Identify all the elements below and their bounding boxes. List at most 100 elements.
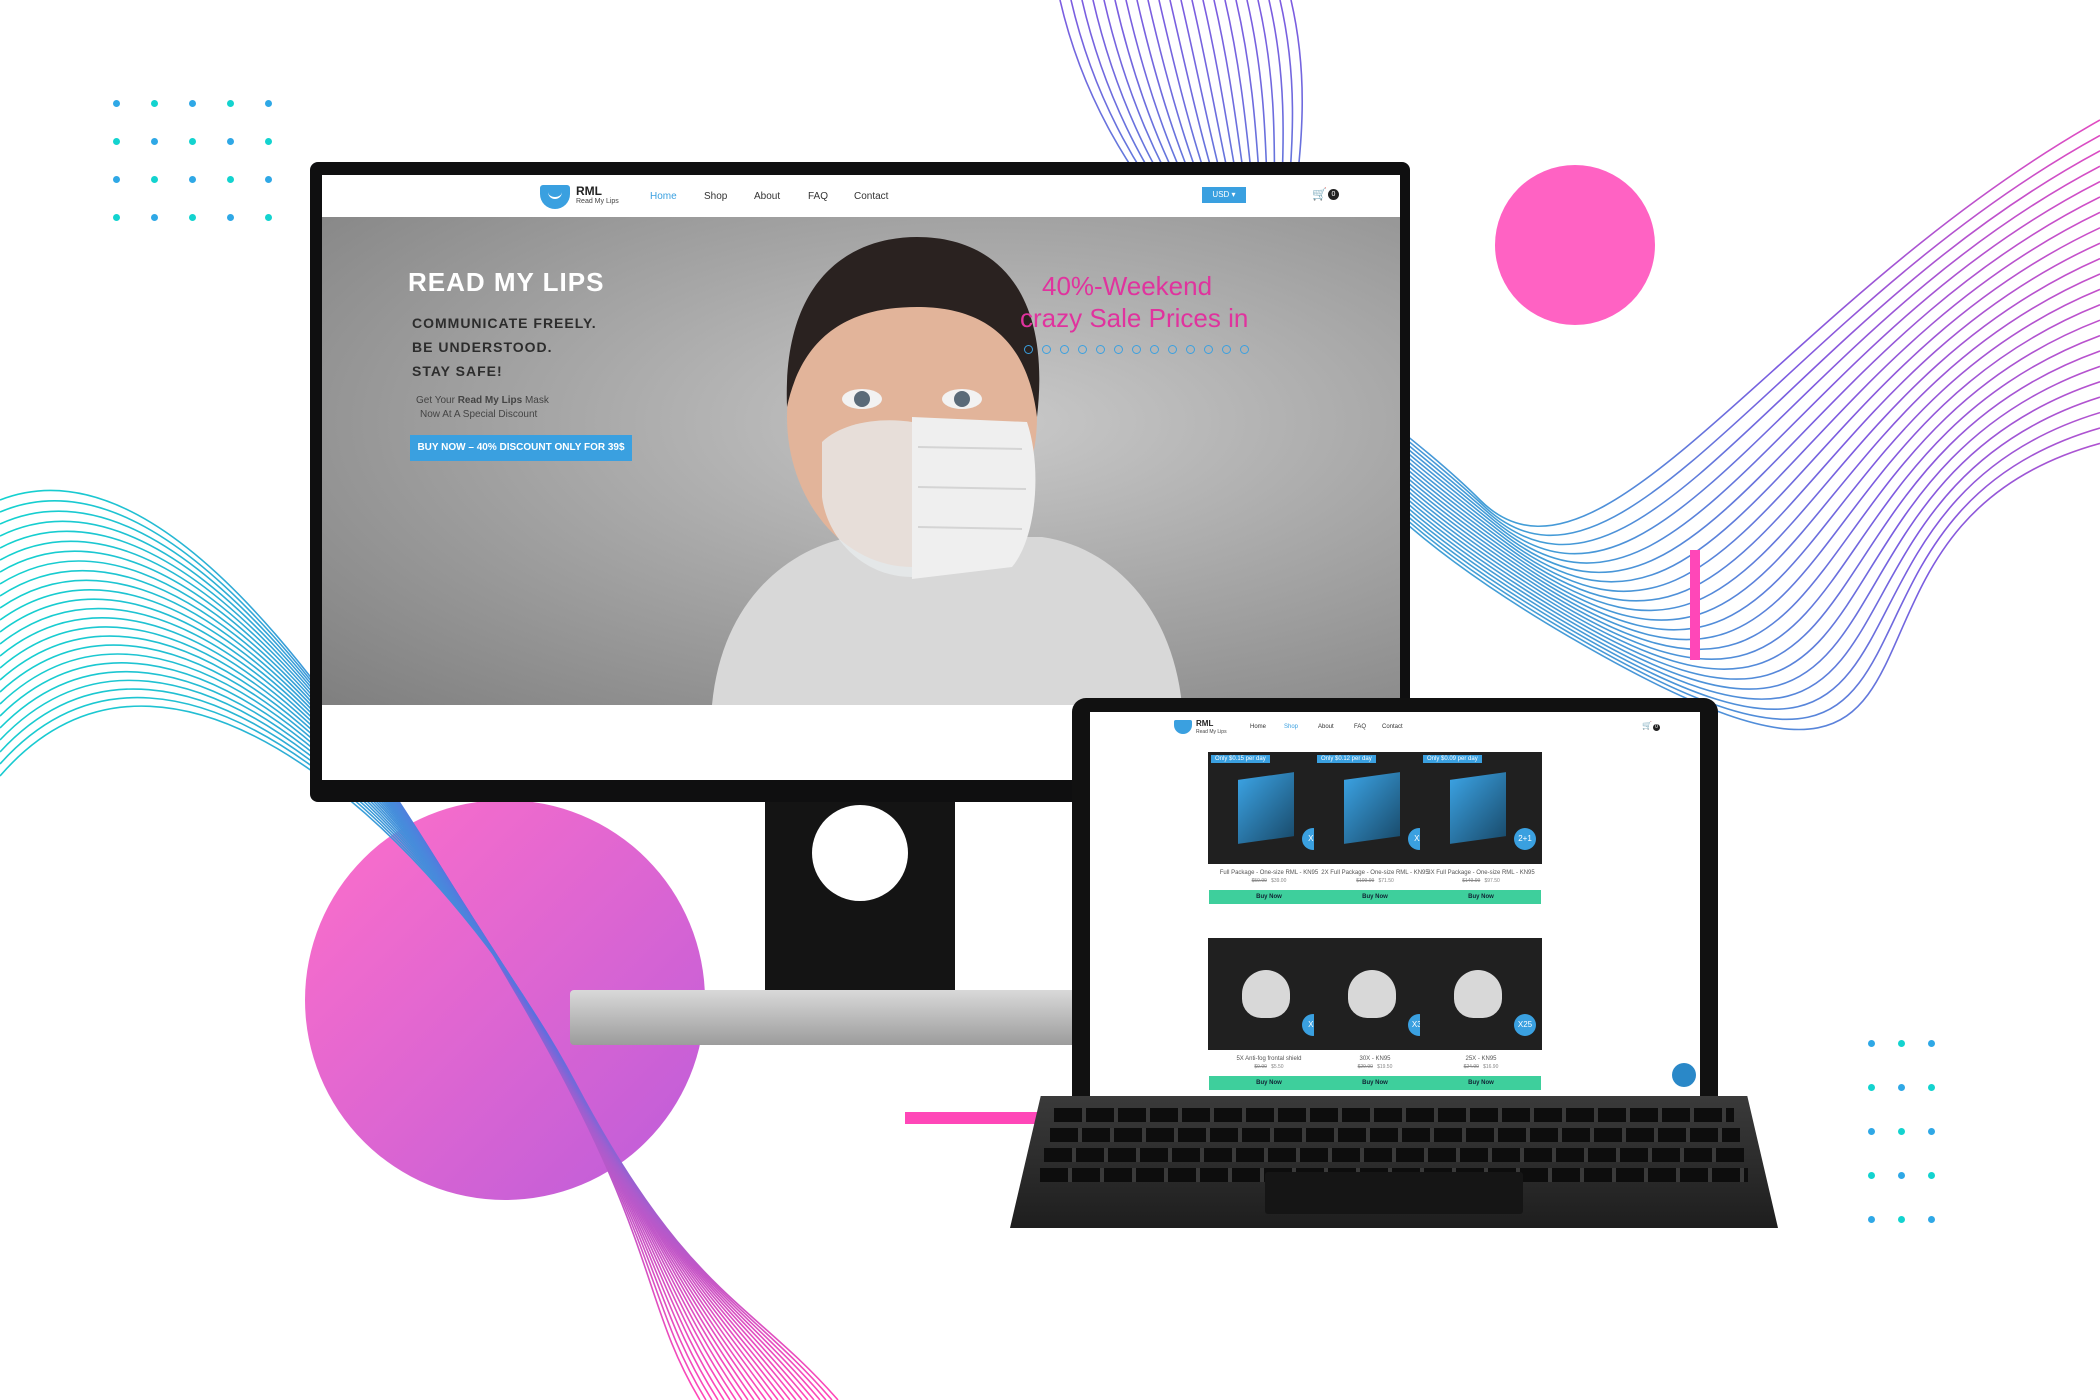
trackpad — [1265, 1172, 1523, 1214]
slider-dot[interactable] — [1222, 345, 1231, 354]
decorative-dot — [1868, 1216, 1875, 1223]
decorative-dot — [1928, 1128, 1935, 1135]
slider-dot[interactable] — [1096, 345, 1105, 354]
decorative-dot — [1898, 1040, 1905, 1047]
product-card[interactable]: Only $0.15 per day X1 Full Package - One… — [1208, 752, 1330, 904]
product-card[interactable]: Only $0.09 per day 2+1 3X Full Package -… — [1420, 752, 1542, 904]
chevron-down-icon: ▾ — [1231, 190, 1236, 199]
product-name[interactable]: 25X - KN95 — [1420, 1056, 1542, 1062]
product-image[interactable]: Only $0.12 per day X2 — [1314, 752, 1436, 864]
product-price: $109.99 $71.50 — [1356, 878, 1394, 884]
tablet-nav-faq[interactable]: FAQ — [1354, 724, 1366, 730]
decorative-dot — [227, 214, 234, 221]
decorative-dot — [113, 214, 120, 221]
decorative-dot — [151, 138, 158, 145]
slider-dot[interactable] — [1060, 345, 1069, 354]
nav-link-faq[interactable]: FAQ — [808, 191, 828, 202]
nav-link-contact[interactable]: Contact — [854, 191, 888, 202]
monitor-base — [570, 990, 1090, 1045]
product-name[interactable]: 5X Anti-fog frontal shield — [1208, 1056, 1330, 1062]
product-price: $9.90 $5.50 — [1254, 1064, 1284, 1070]
decorative-dot — [1928, 1172, 1935, 1179]
logo-subtitle: Read My Lips — [576, 198, 619, 205]
logo-title[interactable]: RML — [576, 184, 602, 198]
decorative-dot — [151, 214, 158, 221]
cart-icon[interactable]: 🛒 — [1312, 187, 1327, 201]
hero-line-3: STAY SAFE! — [412, 363, 503, 379]
product-image[interactable]: Only $0.15 per day X1 — [1208, 752, 1330, 864]
hero-subtext-2: Now At A Special Discount — [420, 409, 538, 420]
product-card[interactable]: Only $0.12 per day X2 2X Full Package - … — [1314, 752, 1436, 904]
chat-icon[interactable] — [1672, 1063, 1696, 1087]
pink-blob-right — [1495, 165, 1655, 325]
tablet-nav-about[interactable]: About — [1318, 724, 1334, 730]
tablet-nav-contact[interactable]: Contact — [1382, 724, 1403, 730]
product-price: $149.99 $97.50 — [1462, 878, 1500, 884]
slider-dot[interactable] — [1186, 345, 1195, 354]
product-image[interactable]: X25 — [1420, 938, 1542, 1050]
shield-logo-icon[interactable] — [1174, 720, 1192, 734]
slider-dot[interactable] — [1168, 345, 1177, 354]
tablet-cart-icon[interactable]: 🛒 — [1642, 721, 1652, 730]
product-promo-tag: Only $0.09 per day — [1423, 755, 1482, 763]
decorative-dot — [1928, 1084, 1935, 1091]
tablet-screen: RML Read My Lips Home Shop About FAQ Con… — [1090, 712, 1700, 1096]
product-price: $29.90 $19.50 — [1357, 1064, 1393, 1070]
buy-now-button[interactable]: Buy Now — [1421, 1076, 1541, 1090]
buy-now-button[interactable]: Buy Now — [1315, 1076, 1435, 1090]
decorative-dot — [1868, 1040, 1875, 1047]
decorative-dot — [227, 176, 234, 183]
tablet-nav-shop[interactable]: Shop — [1284, 724, 1298, 730]
product-price: $24.90 $16.90 — [1463, 1064, 1499, 1070]
product-name[interactable]: 30X - KN95 — [1314, 1056, 1436, 1062]
shield-logo-icon[interactable] — [540, 185, 570, 209]
slider-dot[interactable] — [1078, 345, 1087, 354]
decorative-dot — [1898, 1172, 1905, 1179]
decorative-dot — [1928, 1216, 1935, 1223]
tablet-cart-count: 0 — [1653, 724, 1660, 731]
product-image[interactable]: X5 — [1208, 938, 1330, 1050]
buy-now-cta-button[interactable]: BUY NOW – 40% DISCOUNT ONLY FOR 39$ — [410, 435, 632, 461]
monitor-screen: RML Read My Lips Home Shop About FAQ Con… — [322, 175, 1400, 780]
decorative-dot — [227, 100, 234, 107]
hero-title: READ MY LIPS — [408, 267, 605, 297]
tablet-site-header: RML Read My Lips Home Shop About FAQ Con… — [1090, 712, 1700, 742]
hero-subtext-1: Get Your Read My Lips Mask — [416, 395, 549, 406]
product-name[interactable]: 3X Full Package - One-size RML - KN95 — [1420, 870, 1542, 876]
buy-now-button[interactable]: Buy Now — [1209, 890, 1329, 904]
tablet-nav-home[interactable]: Home — [1250, 724, 1266, 730]
nav-link-home[interactable]: Home — [650, 191, 677, 202]
product-quantity-badge: X25 — [1514, 1014, 1536, 1036]
product-promo-tag: Only $0.15 per day — [1211, 755, 1270, 763]
decorative-dot — [113, 100, 120, 107]
hero-line-2: BE UNDERSTOOD. — [412, 339, 553, 355]
slider-dot[interactable] — [1024, 345, 1033, 354]
decorative-dot — [265, 176, 272, 183]
nav-link-shop[interactable]: Shop — [704, 191, 727, 202]
nav-link-about[interactable]: About — [754, 191, 780, 202]
decorative-dot — [1868, 1128, 1875, 1135]
slider-dot[interactable] — [1114, 345, 1123, 354]
slider-dot[interactable] — [1150, 345, 1159, 354]
currency-selector[interactable]: USD ▾ — [1202, 187, 1246, 203]
tablet-logo-subtitle: Read My Lips — [1196, 729, 1227, 735]
buy-now-button[interactable]: Buy Now — [1421, 890, 1541, 904]
buy-now-button[interactable]: Buy Now — [1209, 1076, 1329, 1090]
product-price: $59.99 $39.00 — [1251, 878, 1287, 884]
hero-line-1: COMMUNICATE FREELY. — [412, 315, 597, 331]
slider-dot[interactable] — [1042, 345, 1051, 354]
product-card[interactable]: X25 25X - KN95 $24.90 $16.90 Buy Now — [1420, 938, 1542, 1090]
buy-now-button[interactable]: Buy Now — [1315, 890, 1435, 904]
tablet-logo-title[interactable]: RML — [1196, 719, 1213, 728]
slider-dot[interactable] — [1240, 345, 1249, 354]
pink-bar-decoration — [1690, 550, 1700, 660]
decorative-dot — [151, 100, 158, 107]
product-card[interactable]: X5 5X Anti-fog frontal shield $9.90 $5.5… — [1208, 938, 1330, 1090]
product-name[interactable]: Full Package - One-size RML - KN95 — [1208, 870, 1330, 876]
product-image[interactable]: Only $0.09 per day 2+1 — [1420, 752, 1542, 864]
product-image[interactable]: X30 — [1314, 938, 1436, 1050]
slider-dot[interactable] — [1204, 345, 1213, 354]
product-card[interactable]: X30 30X - KN95 $29.90 $19.50 Buy Now — [1314, 938, 1436, 1090]
product-name[interactable]: 2X Full Package - One-size RML - KN95 — [1314, 870, 1436, 876]
slider-dot[interactable] — [1132, 345, 1141, 354]
